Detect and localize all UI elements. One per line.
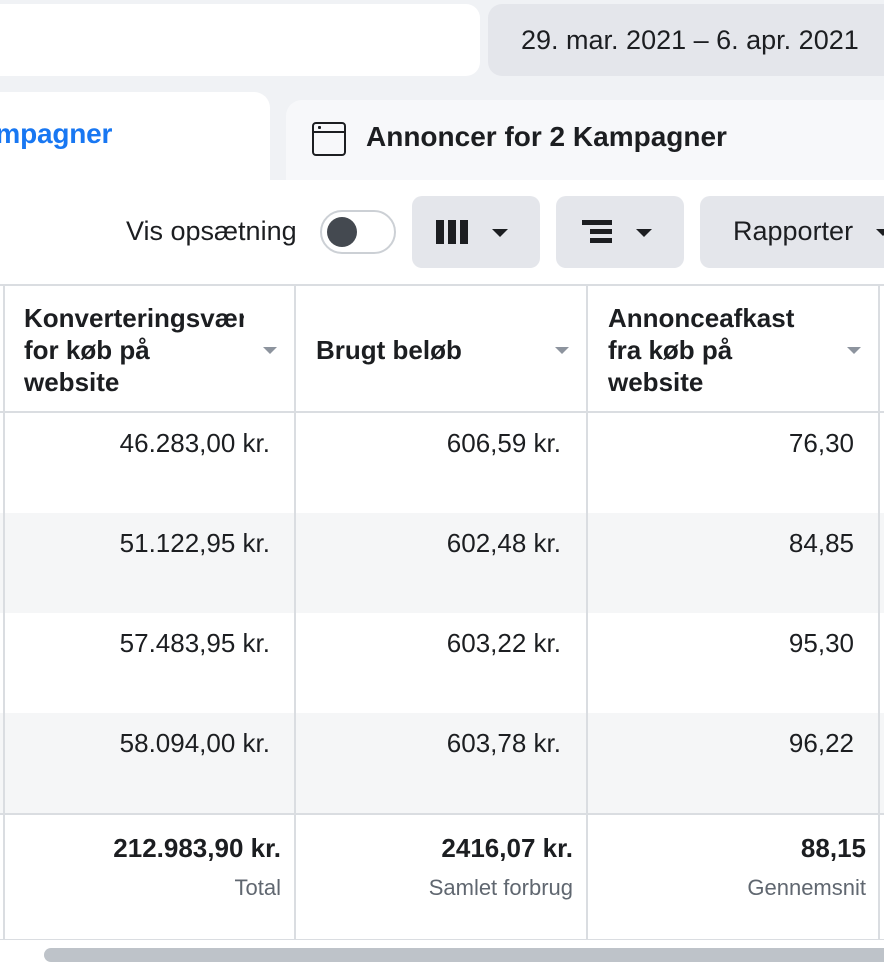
header-divider — [0, 411, 884, 413]
table-cell: 96,22 — [788, 728, 854, 758]
table-cell: 51.122,95 kr. — [119, 528, 270, 558]
chevron-down-icon — [636, 229, 652, 237]
columns-icon — [436, 220, 468, 244]
table-cell: 57.483,95 kr. — [119, 628, 270, 658]
table-bottom-border — [0, 939, 884, 940]
breakdown-icon — [582, 220, 612, 244]
sort-caret-icon[interactable] — [555, 347, 569, 354]
column-divider[interactable] — [294, 285, 296, 940]
total-value: 88,15 — [800, 833, 866, 863]
column-header-conversion-value[interactable]: Konverteringsværdi for køb på website — [24, 302, 244, 398]
tab-ads-label: Annoncer for 2 Kampagner — [366, 121, 727, 152]
setup-toggle-label: Vis opsætning — [126, 216, 297, 246]
toggle-knob — [327, 217, 357, 247]
breakdown-button[interactable] — [556, 196, 684, 268]
table-cell: 602,48 kr. — [446, 528, 561, 558]
column-header-roas[interactable]: Annonceafkast fra køb på website — [608, 302, 848, 398]
column-divider[interactable] — [878, 285, 880, 940]
table-cell: 606,59 kr. — [446, 428, 561, 458]
reports-label: Rapporter — [733, 216, 854, 246]
table-border — [0, 284, 884, 286]
table-cell: 603,78 kr. — [446, 728, 561, 758]
ad-window-icon — [312, 122, 346, 156]
table-cell: 84,85 — [788, 528, 854, 558]
footer-divider — [0, 813, 884, 815]
chevron-down-icon — [492, 229, 508, 237]
total-label: Gennemsnit — [747, 875, 866, 900]
sort-caret-icon[interactable] — [263, 347, 277, 354]
table-cell: 46.283,00 kr. — [119, 428, 270, 458]
table-cell: 95,30 — [788, 628, 854, 658]
columns-button[interactable] — [412, 196, 540, 268]
horizontal-scrollbar[interactable] — [44, 948, 884, 962]
tab-campaigns-label: Kampagner — [0, 118, 113, 149]
table-cell: 76,30 — [788, 428, 854, 458]
total-label: Samlet forbrug — [428, 875, 573, 900]
table-cell: 58.094,00 kr. — [119, 728, 270, 758]
total-value: 212.983,90 kr. — [113, 833, 281, 863]
sort-caret-icon[interactable] — [847, 347, 861, 354]
search-field[interactable] — [0, 4, 480, 76]
chevron-down-icon — [876, 229, 884, 236]
column-divider — [3, 285, 5, 940]
reports-button[interactable]: Rapporter — [700, 196, 884, 268]
column-header-amount-spent[interactable]: Brugt beløb — [316, 334, 462, 366]
table-cell: 603,22 kr. — [446, 628, 561, 658]
column-divider[interactable] — [586, 285, 588, 940]
total-value: 2416,07 kr. — [441, 833, 573, 863]
setup-toggle[interactable] — [320, 210, 396, 254]
date-range-picker[interactable]: 29. mar. 2021 – 6. apr. 2021 — [488, 4, 884, 76]
total-label: Total — [234, 875, 281, 900]
